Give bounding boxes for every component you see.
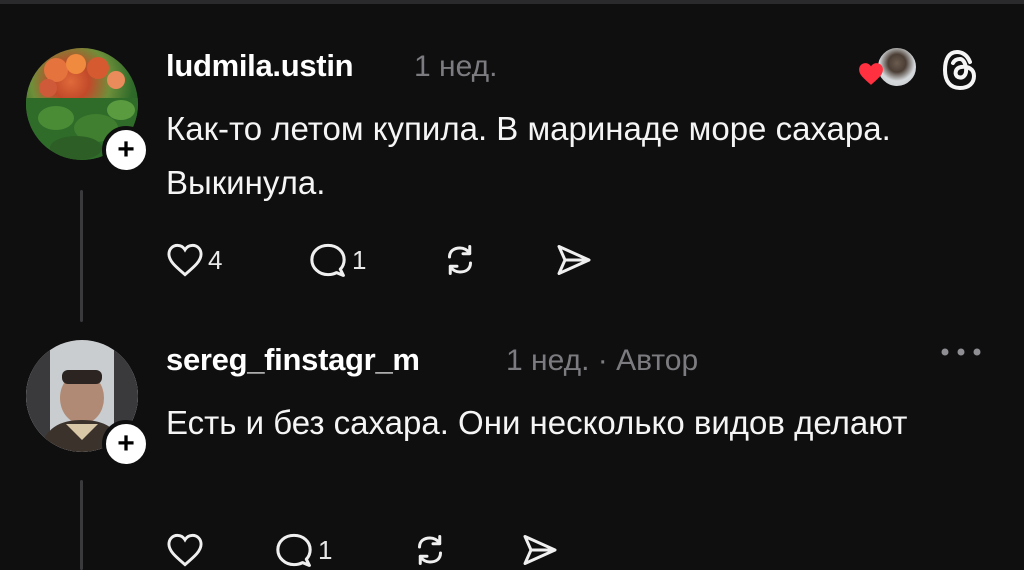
repost-button[interactable] (412, 530, 448, 570)
liked-by[interactable] (858, 46, 918, 88)
heart-icon (167, 243, 203, 277)
reply-count: 1 (318, 534, 333, 565)
repost-icon (418, 535, 442, 565)
plus-icon: + (117, 133, 135, 166)
username[interactable]: sereg_finstagr_m (166, 342, 420, 378)
heart-icon (167, 533, 203, 567)
reply-button[interactable]: 1 (308, 240, 366, 280)
threads-logo-icon[interactable] (940, 48, 980, 92)
reply-count: 1 (352, 244, 367, 275)
like-count: 4 (208, 244, 223, 275)
thread-line (80, 190, 83, 322)
follow-button[interactable]: + (102, 126, 150, 174)
comment-icon (310, 243, 346, 277)
post-meta: 1 нед. · Автор (506, 344, 699, 377)
plus-icon: + (117, 427, 135, 460)
reply-button[interactable]: 1 (274, 530, 332, 570)
heart-badge-icon (859, 63, 883, 85)
thread-line (80, 480, 83, 570)
post-text: Есть и без сахара. Они несколько видов д… (166, 404, 908, 441)
reply-post-1: + ludmila.ustin 1 нед. Как-то летом купи… (0, 0, 1024, 330)
repost-icon (448, 245, 472, 275)
follow-button[interactable]: + (102, 420, 150, 468)
like-button[interactable] (166, 530, 208, 570)
comment-icon (276, 533, 312, 567)
share-button[interactable] (520, 530, 560, 570)
send-icon (557, 245, 591, 275)
reply-post-2: + sereg_finstagr_m 1 нед. · Автор Есть и… (0, 330, 1024, 570)
send-icon (523, 535, 557, 565)
username[interactable]: ludmila.ustin (166, 48, 354, 84)
more-options-icon[interactable] (938, 342, 984, 362)
post-text: Как-то летом купила. В маринаде море сах… (166, 110, 891, 201)
share-button[interactable] (554, 240, 594, 280)
repost-button[interactable] (442, 240, 478, 280)
post-time: 1 нед. (414, 50, 498, 83)
like-button[interactable]: 4 (166, 240, 222, 280)
